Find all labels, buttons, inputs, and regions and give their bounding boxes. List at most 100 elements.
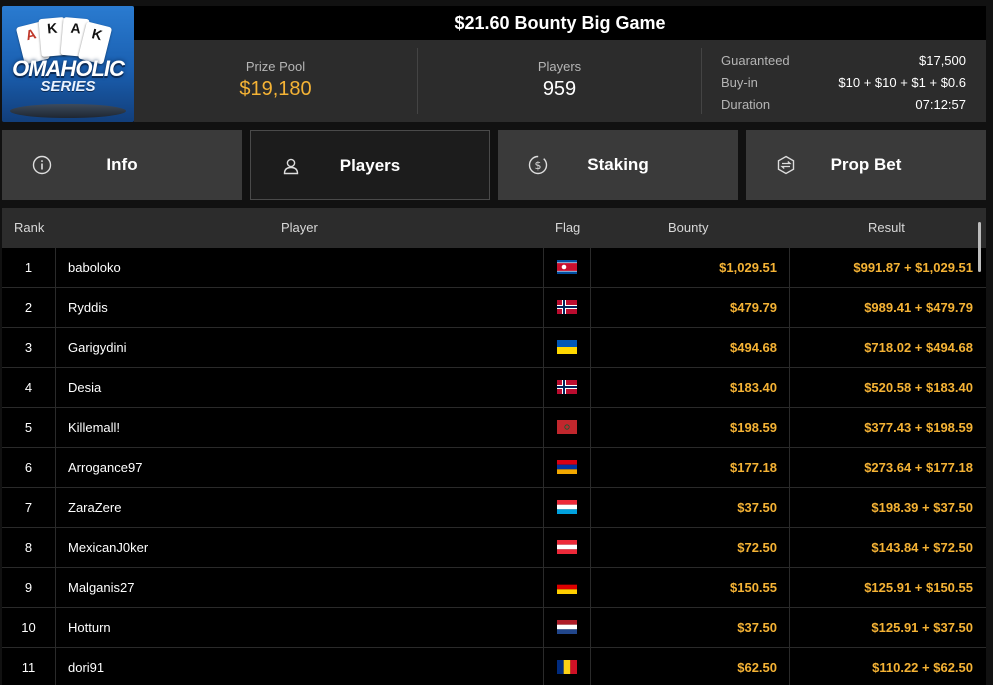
result-cell: $989.41 + $479.79 — [789, 288, 986, 328]
bounty-cell: $479.79 — [730, 300, 777, 315]
result-cell: $718.02 + $494.68 — [789, 328, 986, 368]
bounty-cell: $494.68 — [730, 340, 777, 355]
norway-flag-icon — [557, 380, 577, 394]
stats-panel: Prize Pool $19,180 Players 959 Guarantee… — [134, 40, 986, 122]
result-cell: $520.58 + $183.40 — [789, 368, 986, 408]
table-row[interactable]: 9 Malganis27 $150.55 $125.91 + $150.55 — [2, 568, 986, 608]
buyin-row: Buy-in $10 + $10 + $1 + $0.6 — [721, 72, 966, 94]
rank-cell: 6 — [24, 460, 33, 475]
table-row[interactable]: 8 MexicanJ0ker $72.50 $143.84 + $72.50 — [2, 528, 986, 568]
column-divider — [55, 408, 56, 448]
netherlands-flag-icon — [557, 620, 577, 634]
ukraine-flag-icon — [557, 340, 577, 354]
player-name-cell[interactable]: Ryddis — [68, 288, 538, 328]
table-row[interactable]: 2 Ryddis $479.79 $989.41 + $479.79 — [2, 288, 986, 328]
player-name-cell[interactable]: Hotturn — [68, 608, 538, 648]
column-divider — [55, 568, 56, 608]
player-name-cell[interactable]: ZaraZere — [68, 488, 538, 528]
table-row[interactable]: 11 dori91 $62.50 $110.22 + $62.50 — [2, 648, 986, 685]
player-name-cell[interactable]: MexicanJ0ker — [68, 528, 538, 568]
player-name-cell[interactable]: Desia — [68, 368, 538, 408]
tab-staking[interactable]: $ Staking — [498, 130, 738, 200]
bounty-cell: $37.50 — [737, 620, 777, 635]
header-player[interactable]: Player — [281, 208, 318, 248]
flag-cell — [543, 248, 591, 288]
tab-staking-label: Staking — [587, 155, 649, 174]
armenia-flag-icon — [557, 460, 577, 474]
players-label: Players — [537, 59, 582, 74]
bounty-cell: $37.50 — [737, 500, 777, 515]
tab-players[interactable]: Players — [250, 130, 490, 200]
prize-pool-value: $19,180 — [239, 78, 312, 100]
table-row[interactable]: 3 Garigydini $494.68 $718.02 + $494.68 — [2, 328, 986, 368]
flag-cell — [543, 448, 591, 488]
flag-cell — [543, 648, 591, 685]
guaranteed-value: $17,500 — [919, 53, 966, 68]
omaholic-series-logo: A K A K OMAHOLIC SERIES — [2, 6, 134, 122]
rank-cell: 10 — [21, 620, 36, 635]
result-cell: $273.64 + $177.18 — [789, 448, 986, 488]
prize-pool-label: Prize Pool — [245, 59, 306, 74]
player-name-cell[interactable]: baboloko — [68, 248, 538, 288]
header-flag[interactable]: Flag — [555, 208, 580, 248]
duration-row: Duration 07:12:57 — [721, 94, 966, 116]
result-cell: $198.39 + $37.50 — [789, 488, 986, 528]
guaranteed-label: Guaranteed — [721, 53, 790, 68]
romania-flag-icon — [557, 660, 577, 674]
flag-cell — [543, 528, 591, 568]
bounty-cell: $72.50 — [737, 540, 777, 555]
rank-cell: 7 — [24, 500, 33, 515]
header-rank[interactable]: Rank — [14, 208, 44, 248]
bounty-cell: $150.55 — [730, 580, 777, 595]
tournament-title: $21.60 Bounty Big Game — [134, 6, 986, 40]
rank-cell: 11 — [21, 660, 36, 675]
column-divider — [55, 368, 56, 408]
tournament-details: Guaranteed $17,500 Buy-in $10 + $10 + $1… — [721, 50, 966, 116]
rank-cell: 8 — [24, 540, 33, 555]
tab-prop-bet[interactable]: Prop Bet — [746, 130, 986, 200]
tab-info[interactable]: Info — [2, 130, 242, 200]
column-divider — [55, 288, 56, 328]
flag-cell — [543, 488, 591, 528]
player-name-cell[interactable]: Arrogance97 — [68, 448, 538, 488]
player-name-cell[interactable]: Killemall! — [68, 408, 538, 448]
player-name-cell[interactable]: Garigydini — [68, 328, 538, 368]
rank-cell: 2 — [24, 300, 33, 315]
bounty-cell: $183.40 — [730, 380, 777, 395]
rank-cell: 1 — [24, 260, 33, 275]
table-row[interactable]: 10 Hotturn $37.50 $125.91 + $37.50 — [2, 608, 986, 648]
guaranteed-row: Guaranteed $17,500 — [721, 50, 966, 72]
table-row[interactable]: 5 Killemall! $198.59 $377.43 + $198.59 — [2, 408, 986, 448]
scrollbar[interactable] — [978, 222, 981, 272]
divider — [701, 48, 702, 114]
column-divider — [55, 608, 56, 648]
result-cell: $377.43 + $198.59 — [789, 408, 986, 448]
flag-cell — [543, 408, 591, 448]
player-name-cell[interactable]: Malganis27 — [68, 568, 538, 608]
table-row[interactable]: 6 Arrogance97 $177.18 $273.64 + $177.18 — [2, 448, 986, 488]
player-name-cell[interactable]: dori91 — [68, 648, 538, 685]
flag-cell — [543, 288, 591, 328]
flag-cell — [543, 568, 591, 608]
table-row[interactable]: 7 ZaraZere $37.50 $198.39 + $37.50 — [2, 488, 986, 528]
tab-info-label: Info — [106, 155, 138, 174]
bounty-cell: $198.59 — [730, 420, 777, 435]
table-row[interactable]: 1 baboloko $1,029.51 $991.87 + $1,029.51 — [2, 248, 986, 288]
tab-bar: Info Players $ Staking Prop Bet — [2, 130, 986, 200]
flag-cell — [543, 328, 591, 368]
result-cell: $991.87 + $1,029.51 — [789, 248, 986, 288]
players-table: Rank Player Flag Bounty Result 1 baboloko… — [2, 208, 986, 685]
duration-label: Duration — [721, 97, 771, 112]
bounty-cell: $62.50 — [737, 660, 777, 675]
header-result[interactable]: Result — [868, 208, 905, 248]
column-divider — [55, 248, 56, 288]
norway-flag-icon — [557, 300, 577, 314]
header-bounty[interactable]: Bounty — [668, 208, 708, 248]
column-divider — [55, 648, 56, 685]
result-cell: $125.91 + $37.50 — [789, 608, 986, 648]
table-row[interactable]: 4 Desia $183.40 $520.58 + $183.40 — [2, 368, 986, 408]
table-header: Rank Player Flag Bounty Result — [2, 208, 986, 248]
bounty-cell: $1,029.51 — [719, 260, 777, 275]
tab-players-label: Players — [339, 156, 401, 175]
logo-series: SERIES — [40, 78, 96, 95]
